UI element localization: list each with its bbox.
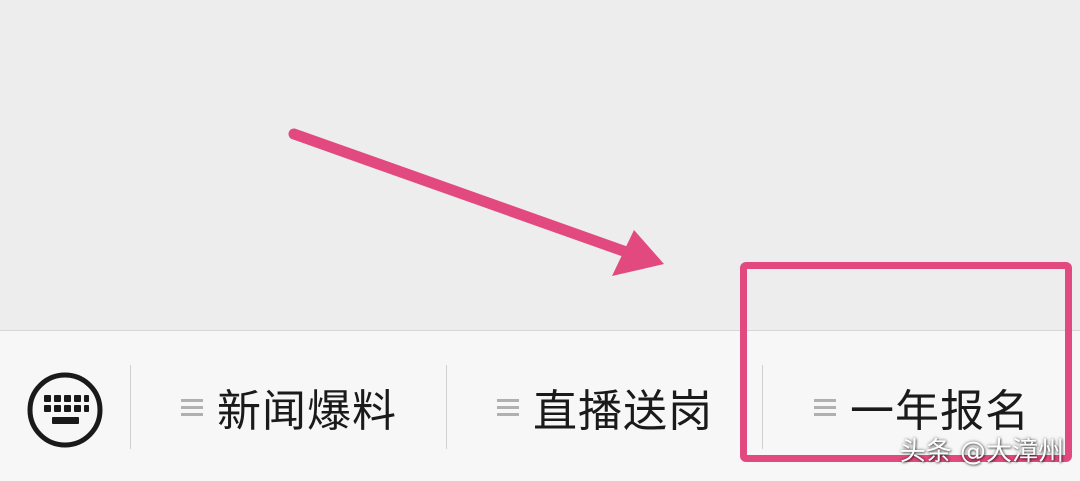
watermark: 头条 @大漳州 [899, 437, 1064, 467]
